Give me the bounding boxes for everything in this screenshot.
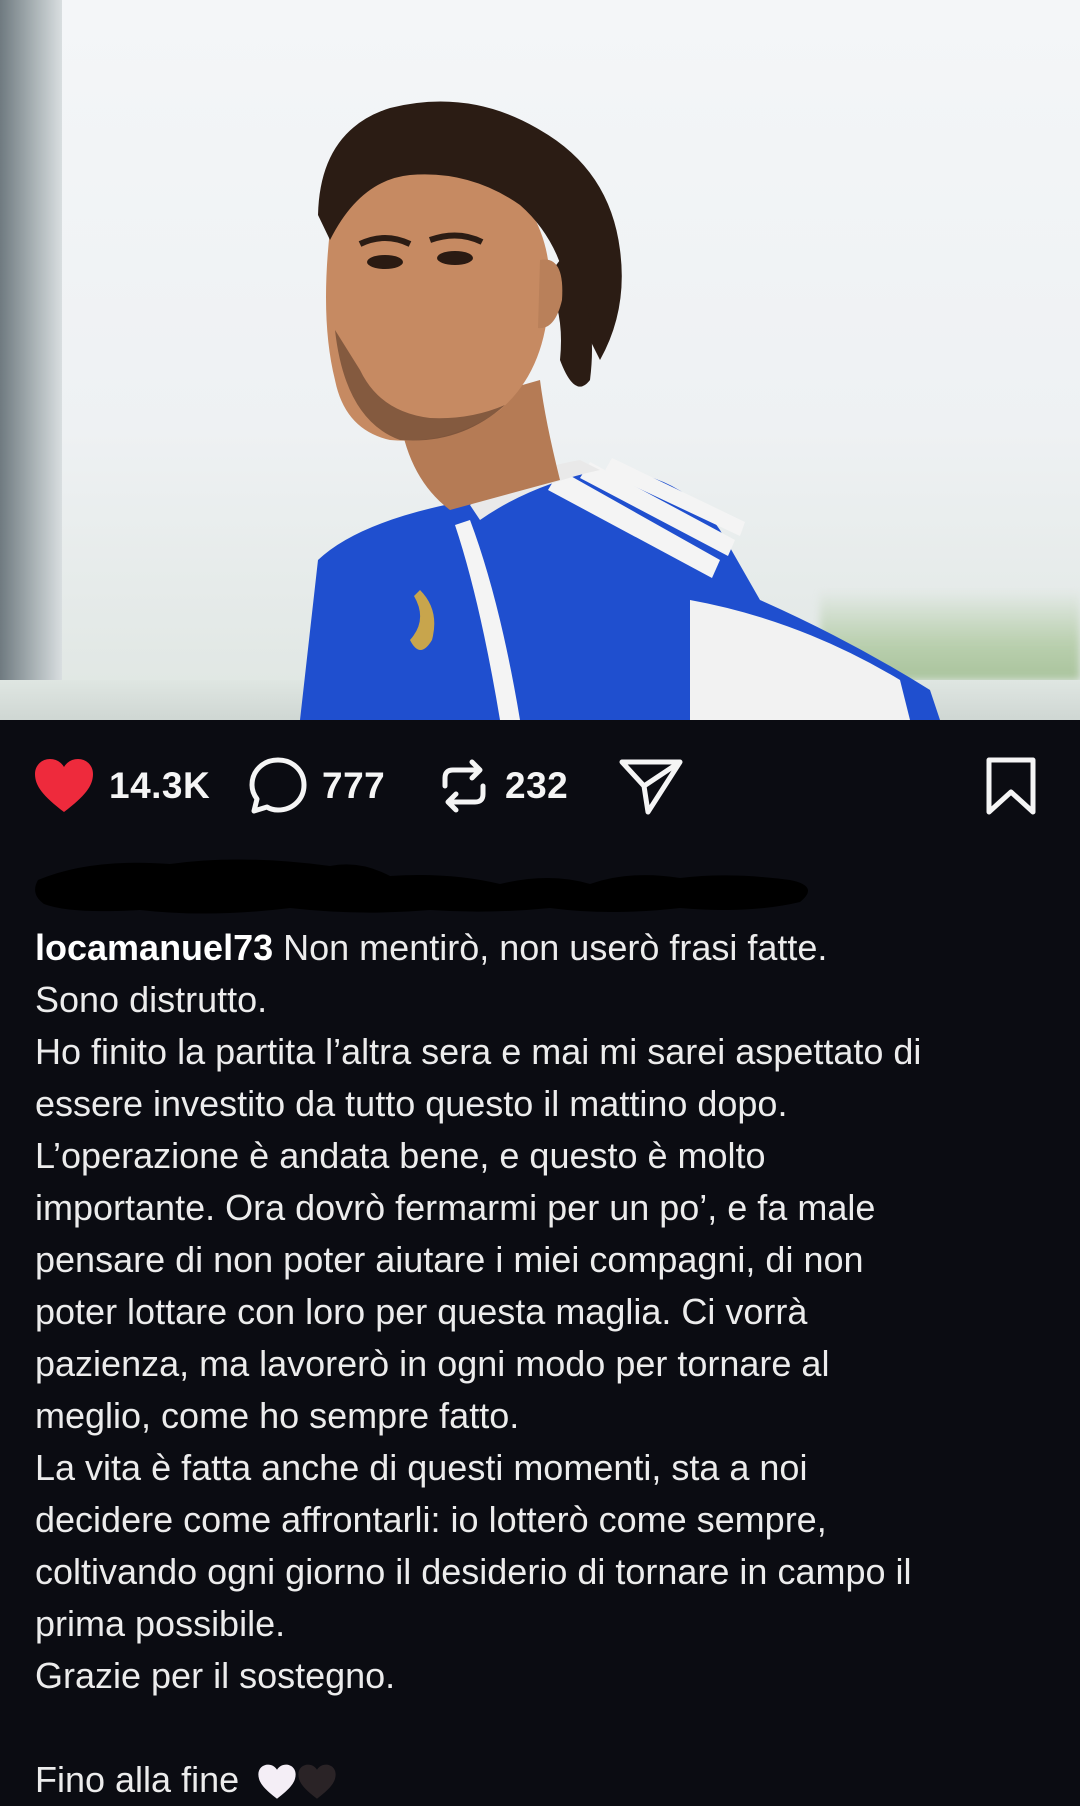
caption-closing-line: Fino alla fine (35, 1754, 1045, 1806)
caption-line: pensare di non poter aiutare i miei comp… (35, 1239, 864, 1280)
caption-line: L’operazione è andata bene, e questo è m… (35, 1135, 766, 1176)
share-send-icon[interactable] (618, 756, 684, 816)
caption-line: meglio, come ho sempre fatto. (35, 1395, 520, 1436)
repost-icon[interactable] (437, 756, 491, 816)
post-photo[interactable] (0, 0, 1080, 720)
caption-text: Non mentirò, non userò frasi fatte. (283, 927, 828, 968)
post-caption: locamanuel73 Non mentirò, non userò fras… (35, 922, 1045, 1806)
like-action[interactable]: 14.3K (33, 750, 210, 822)
share-action[interactable] (618, 750, 684, 822)
caption-closing-text: Fino alla fine (35, 1759, 240, 1800)
comment-action[interactable]: 777 (248, 750, 385, 822)
caption-line: Grazie per il sostegno. (35, 1655, 396, 1696)
caption-line: prima possibile. (35, 1603, 286, 1644)
caption-line: essere investito da tutto questo il matt… (35, 1083, 788, 1124)
post-actions-bar: 14.3K 777 232 (0, 750, 1080, 822)
caption-line: coltivando ogni giorno il desiderio di t… (35, 1551, 912, 1592)
black-heart-icon (298, 1765, 336, 1800)
save-action[interactable] (985, 750, 1037, 822)
heart-emojis (257, 1764, 337, 1800)
repost-count[interactable]: 232 (505, 765, 568, 807)
repost-action[interactable]: 232 (437, 750, 568, 822)
like-count[interactable]: 14.3K (109, 765, 210, 807)
bookmark-icon[interactable] (985, 756, 1037, 816)
caption-line: poter lottare con loro per questa maglia… (35, 1291, 808, 1332)
caption-line: importante. Ora dovrò fermarmi per un po… (35, 1187, 876, 1228)
player-illustration (300, 101, 940, 720)
caption-line: Ho finito la partita l’altra sera e mai … (35, 1031, 922, 1072)
white-heart-icon (258, 1765, 296, 1800)
caption-line: La vita è fatta anche di questi momenti,… (35, 1447, 808, 1488)
redacted-liked-by-line (30, 850, 820, 920)
caption-line: decidere come affrontarli: io lotterò co… (35, 1499, 827, 1540)
heart-icon[interactable] (33, 758, 95, 814)
caption-first-line: locamanuel73 Non mentirò, non userò fras… (35, 922, 1045, 974)
comment-count[interactable]: 777 (322, 765, 385, 807)
caption-line: Sono distrutto. (35, 979, 268, 1020)
caption-line: pazienza, ma lavorerò in ogni modo per t… (35, 1343, 830, 1384)
comment-bubble-icon[interactable] (248, 756, 308, 816)
caption-username[interactable]: locamanuel73 (35, 927, 273, 968)
